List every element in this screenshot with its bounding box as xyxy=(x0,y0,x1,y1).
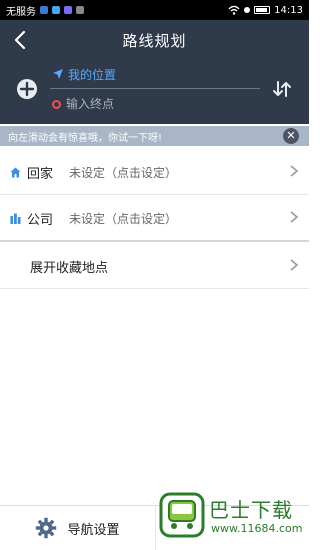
close-tip-icon[interactable]: ✕ xyxy=(283,128,299,144)
notification-icon xyxy=(76,6,84,14)
start-location-field[interactable]: 我的位置 xyxy=(50,64,260,89)
section-divider xyxy=(0,240,309,242)
home-icon xyxy=(10,167,21,177)
destination-input[interactable] xyxy=(66,95,246,113)
carrier-text: 无服务 xyxy=(6,6,36,18)
title-row: 路线规划 xyxy=(0,20,309,60)
status-bar: 无服务 14:13 xyxy=(0,0,309,20)
notification-icon xyxy=(52,6,60,14)
company-row[interactable]: 公司 未设定（点击设定） xyxy=(0,196,309,240)
start-location-label: 我的位置 xyxy=(68,68,117,82)
battery-icon xyxy=(254,6,271,14)
home-row[interactable]: 回家 未设定（点击设定） xyxy=(0,150,309,194)
expand-favorites-row[interactable]: 展开收藏地点 xyxy=(0,244,309,288)
watermark-url: www.11684.com xyxy=(211,522,303,535)
company-building-icon xyxy=(10,213,21,224)
watermark-text: 巴士下载 xyxy=(209,498,293,522)
add-waypoint-icon[interactable] xyxy=(16,78,38,100)
watermark: 巴士下载 www.11684.com xyxy=(153,488,303,544)
swipe-tip-text: 向左滑动会有惊喜哦，你试一下呀! xyxy=(8,132,163,144)
notification-icon xyxy=(64,6,72,14)
divider xyxy=(0,194,309,195)
chevron-right-icon xyxy=(290,165,299,177)
signal-icon xyxy=(244,7,251,13)
company-value: 未设定（点击设定） xyxy=(69,211,178,226)
home-value: 未设定（点击设定） xyxy=(69,165,178,180)
page-title: 路线规划 xyxy=(122,32,187,50)
navigation-settings-label: 导航设置 xyxy=(67,522,120,538)
swap-route-icon[interactable] xyxy=(271,78,293,100)
status-time: 14:13 xyxy=(274,4,303,16)
notification-icon xyxy=(40,6,48,14)
company-label: 公司 xyxy=(27,212,54,228)
watermark-logo xyxy=(159,492,205,538)
gear-icon xyxy=(36,517,57,539)
destination-marker-icon xyxy=(52,100,61,109)
status-right: 14:13 xyxy=(228,5,303,16)
swipe-tip-bar: 向左滑动会有惊喜哦，你试一下呀! ✕ xyxy=(0,126,309,146)
status-left: 无服务 xyxy=(6,3,84,18)
wifi-icon xyxy=(228,5,240,15)
navigation-settings-button[interactable]: 导航设置 xyxy=(0,506,156,550)
destination-field[interactable] xyxy=(50,93,260,117)
home-label: 回家 xyxy=(27,166,54,182)
location-arrow-icon xyxy=(53,69,63,79)
chevron-right-icon xyxy=(290,259,299,271)
divider xyxy=(0,288,309,289)
expand-favorites-label: 展开收藏地点 xyxy=(30,260,109,276)
chevron-right-icon xyxy=(290,211,299,223)
route-header-panel: 路线规划 我的位置 xyxy=(0,20,309,124)
